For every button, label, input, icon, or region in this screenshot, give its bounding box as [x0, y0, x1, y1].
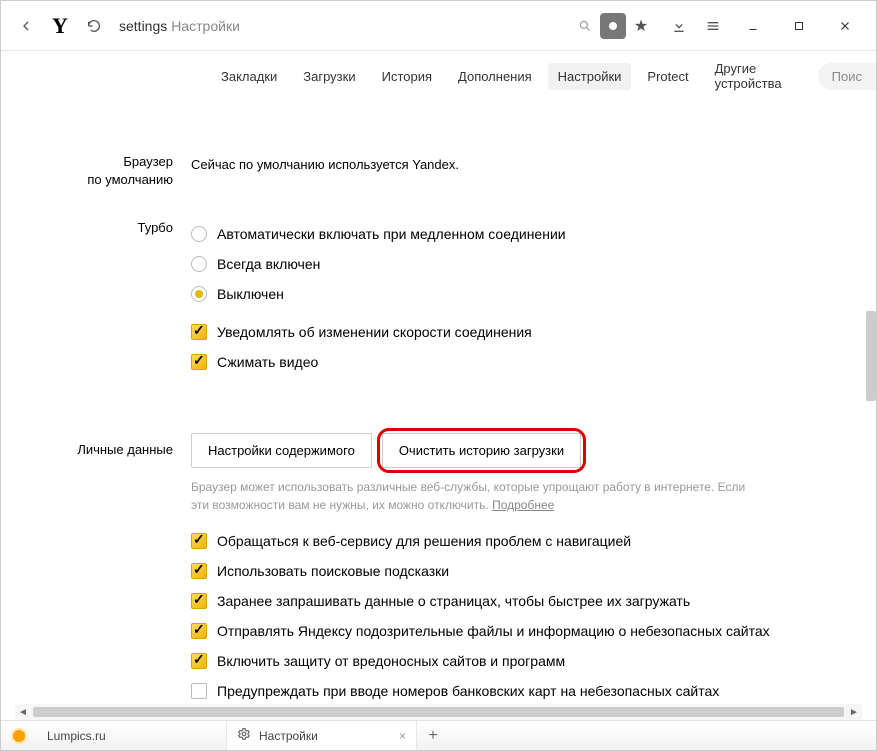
personal-check-prefetch[interactable]: Заранее запрашивать данные о страницах, …: [191, 586, 866, 616]
checkbox-icon: [191, 683, 207, 699]
check-label: Отправлять Яндексу подозрительные файлы …: [217, 623, 770, 639]
personal-check-protect[interactable]: Включить защиту от вредоносных сайтов и …: [191, 646, 866, 676]
section-default-browser: Браузер по умолчанию Сейчас по умолчанию…: [1, 101, 866, 203]
radio-label: Всегда включен: [217, 256, 320, 272]
nav-downloads[interactable]: Загрузки: [293, 63, 365, 90]
radio-icon: [191, 226, 207, 242]
downloads-button[interactable]: [662, 9, 696, 43]
check-label: Заранее запрашивать данные о страницах, …: [217, 593, 690, 609]
checkbox-icon: [191, 563, 207, 579]
radio-icon: [191, 286, 207, 302]
personal-check-suggest[interactable]: Использовать поисковые подсказки: [191, 556, 866, 586]
section-label: по умолчанию: [1, 171, 173, 189]
nav-protect[interactable]: Protect: [637, 63, 698, 90]
tab-title: Настройки: [259, 729, 393, 743]
turbo-radio-auto[interactable]: Автоматически включать при медленном сое…: [191, 219, 866, 249]
turbo-check-compress-video[interactable]: Сжимать видео: [191, 347, 866, 377]
turbo-radio-off[interactable]: Выключен: [191, 279, 866, 309]
hscroll-left-arrow-icon[interactable]: ◄: [15, 704, 31, 720]
window-minimize-button[interactable]: [730, 9, 776, 43]
tab-title: Lumpics.ru: [47, 729, 216, 743]
hscroll-thumb[interactable]: [33, 707, 844, 717]
settings-search-input[interactable]: Поис: [818, 63, 876, 90]
check-label: Сжимать видео: [217, 354, 318, 370]
tab-tray-button[interactable]: [1, 721, 37, 750]
bookmark-star-icon[interactable]: ★: [628, 13, 654, 39]
nav-history[interactable]: История: [372, 63, 442, 90]
hint-text: Браузер может использовать различные веб…: [191, 480, 745, 512]
check-label: Использовать поисковые подсказки: [217, 563, 449, 579]
section-label: Браузер: [1, 153, 173, 171]
hscroll-right-arrow-icon[interactable]: ►: [846, 704, 862, 720]
checkbox-icon: [191, 623, 207, 639]
search-icon[interactable]: [572, 13, 598, 39]
checkbox-icon: [191, 593, 207, 609]
yandex-logo[interactable]: Y: [43, 13, 77, 39]
check-label: Уведомлять об изменении скорости соедине…: [217, 324, 532, 340]
clear-download-history-button[interactable]: Очистить историю загрузки: [382, 433, 581, 468]
gear-icon: [237, 727, 251, 744]
reload-button[interactable]: [77, 9, 111, 43]
address-prefix: settings: [119, 18, 167, 34]
address-bar[interactable]: settings Настройки ★: [111, 9, 662, 43]
tab-close-icon[interactable]: ×: [393, 729, 406, 743]
nav-other-devices[interactable]: Другие устройства: [705, 55, 812, 97]
turbo-check-notify[interactable]: Уведомлять об изменении скорости соедине…: [191, 317, 866, 347]
vertical-scrollbar[interactable]: [866, 101, 876, 702]
check-label: Включить защиту от вредоносных сайтов и …: [217, 653, 565, 669]
browser-tab-bar: Lumpics.ru Настройки × +: [1, 720, 876, 750]
default-browser-text: Сейчас по умолчанию используется Yandex.: [191, 153, 866, 176]
personal-hint: Браузер может использовать различные веб…: [191, 478, 751, 514]
back-button[interactable]: [9, 9, 43, 43]
checkbox-icon: [191, 324, 207, 340]
address-text: Настройки: [171, 18, 240, 34]
section-turbo: Турбо Автоматически включать при медленн…: [1, 203, 866, 391]
nav-settings[interactable]: Настройки: [548, 63, 632, 90]
nav-addons[interactable]: Дополнения: [448, 63, 542, 90]
nav-bookmarks[interactable]: Закладки: [211, 63, 287, 90]
checkbox-icon: [191, 533, 207, 549]
new-tab-button[interactable]: +: [417, 721, 449, 750]
vscroll-thumb[interactable]: [866, 311, 876, 401]
check-label: Обращаться к веб-сервису для решения про…: [217, 533, 631, 549]
browser-tab-lumpics[interactable]: Lumpics.ru: [37, 721, 227, 750]
personal-check-report[interactable]: Отправлять Яндексу подозрительные файлы …: [191, 616, 866, 646]
sun-icon: [11, 728, 27, 744]
settings-content: Браузер по умолчанию Сейчас по умолчанию…: [1, 101, 866, 702]
checkbox-icon: [191, 354, 207, 370]
content-settings-button[interactable]: Настройки содержимого: [191, 433, 372, 468]
browser-tab-settings[interactable]: Настройки ×: [227, 721, 417, 750]
checkbox-icon: [191, 653, 207, 669]
check-label: Предупреждать при вводе номеров банковск…: [217, 683, 719, 699]
section-personal-data: Личные данные Настройки содержимого Очис…: [1, 391, 866, 702]
titlebar: Y settings Настройки ★: [1, 1, 876, 51]
personal-check-cards[interactable]: Предупреждать при вводе номеров банковск…: [191, 676, 866, 702]
horizontal-scrollbar[interactable]: ◄ ►: [15, 704, 862, 720]
radio-label: Автоматически включать при медленном сое…: [217, 226, 566, 242]
window-close-button[interactable]: [822, 9, 868, 43]
radio-label: Выключен: [217, 286, 284, 302]
hint-more-link[interactable]: Подробнее: [492, 498, 554, 512]
window-maximize-button[interactable]: [776, 9, 822, 43]
section-label: Турбо: [1, 217, 191, 377]
radio-icon: [191, 256, 207, 272]
shield-badge-icon[interactable]: [600, 13, 626, 39]
personal-check-nav[interactable]: Обращаться к веб-сервису для решения про…: [191, 526, 866, 556]
menu-button[interactable]: [696, 9, 730, 43]
settings-nav: Закладки Загрузки История Дополнения Нас…: [1, 51, 876, 101]
turbo-radio-always[interactable]: Всегда включен: [191, 249, 866, 279]
section-label: Личные данные: [1, 431, 191, 702]
